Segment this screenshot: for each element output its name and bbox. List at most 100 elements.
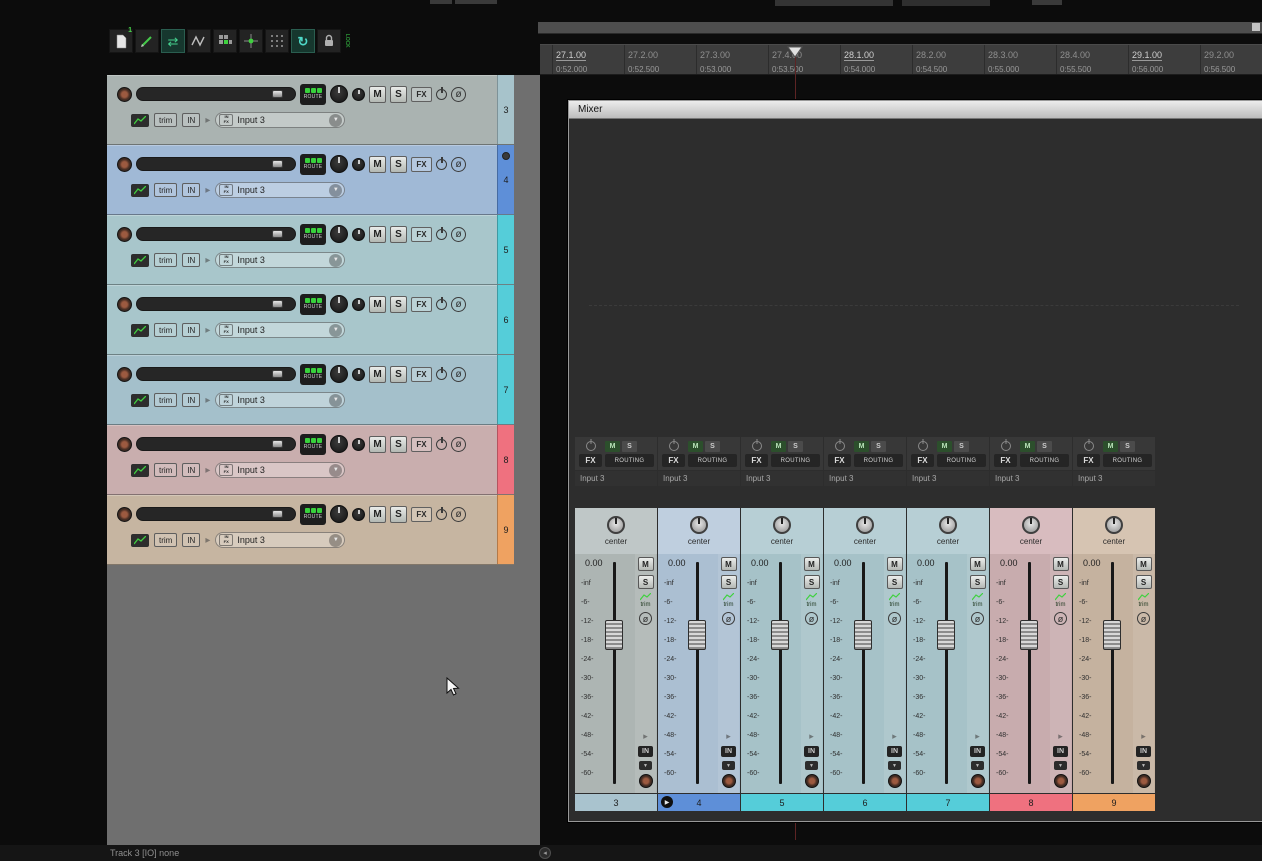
input-monitor-button[interactable]: IN (182, 533, 201, 547)
pan-knob[interactable] (690, 516, 708, 534)
phase-button[interactable]: ø (722, 612, 735, 625)
trim-button[interactable]: trim (972, 593, 983, 608)
fold-icon[interactable]: ▸ (205, 465, 210, 476)
fx-button[interactable]: FX (911, 454, 934, 467)
fx-button[interactable]: FX (411, 226, 432, 242)
pan-knob[interactable] (330, 85, 348, 103)
input-selector[interactable]: Input 3 (1073, 471, 1155, 486)
width-knob[interactable] (352, 297, 365, 311)
solo-button[interactable]: S (390, 365, 407, 383)
trim-button[interactable]: trim (154, 393, 178, 407)
trim-button[interactable]: trim (154, 253, 178, 267)
record-arm-button[interactable] (638, 774, 653, 788)
playhead-marker[interactable] (787, 45, 803, 58)
volume-fader[interactable] (605, 620, 623, 650)
fx-enable-icon[interactable] (834, 441, 845, 451)
solo-button[interactable]: S (390, 295, 407, 313)
track-volume-fader[interactable] (136, 297, 296, 311)
channel-number-bar[interactable]: ▶ 8 (990, 794, 1072, 811)
input-fx-icon[interactable]: IN FX (219, 534, 234, 546)
fader-track[interactable] (1028, 562, 1031, 784)
solo-button[interactable]: S (390, 225, 407, 243)
chevron-down-icon[interactable]: ▼ (329, 113, 343, 127)
fx-button[interactable]: FX (579, 454, 602, 467)
input-fx-icon[interactable]: IN FX (219, 114, 234, 126)
track-number-tab[interactable]: 5 (497, 215, 514, 284)
mute-button[interactable]: M (803, 557, 820, 571)
input-monitor-button[interactable]: IN (182, 463, 201, 477)
fx-button[interactable]: FX (411, 86, 432, 102)
solo-button[interactable]: S (720, 575, 737, 589)
record-arm-button[interactable] (117, 156, 132, 172)
chevron-down-icon[interactable]: ▼ (971, 761, 984, 770)
fx-enable-icon[interactable] (668, 441, 679, 451)
width-knob[interactable] (352, 507, 365, 521)
routing-button[interactable]: ROUTING (771, 454, 820, 467)
record-arm-button[interactable] (117, 506, 132, 522)
fold-icon[interactable]: ▸ (1058, 731, 1063, 742)
chevron-down-icon[interactable]: ▼ (639, 761, 652, 770)
input-selector[interactable]: IN FX Input 3 ▼ (215, 322, 346, 338)
fold-icon[interactable]: ▸ (892, 731, 897, 742)
input-fx-icon[interactable]: IN FX (219, 324, 234, 336)
fx-enable-icon[interactable] (1000, 441, 1011, 451)
route-button[interactable]: ROUTE (300, 153, 326, 175)
fader-track[interactable] (1111, 562, 1114, 784)
input-selector[interactable]: Input 3 (575, 471, 657, 486)
width-knob[interactable] (352, 227, 365, 241)
fader-handle[interactable] (272, 370, 283, 378)
loop-toggle-button[interactable]: ↻ (291, 29, 315, 53)
scroll-notch[interactable] (1252, 23, 1260, 31)
track-number-tab[interactable]: 8 (497, 425, 514, 494)
fader-track[interactable] (696, 562, 699, 784)
channel-number-bar[interactable]: ▶ 7 (907, 794, 989, 811)
fx-button[interactable]: FX (745, 454, 768, 467)
phase-button[interactable]: ø (805, 612, 818, 625)
fx-enable-icon[interactable] (436, 438, 447, 450)
input-selector[interactable]: Input 3 (658, 471, 740, 486)
route-button[interactable]: ROUTE (300, 363, 326, 385)
track-volume-fader[interactable] (136, 87, 296, 101)
timeline-ruler[interactable]: 27.1.00 0:52.000 27.2.00 0:52.500 27.3.0… (540, 44, 1262, 75)
fader-handle[interactable] (272, 440, 283, 448)
input-selector[interactable]: Input 3 (990, 471, 1072, 486)
width-knob[interactable] (352, 437, 365, 451)
channel-number-bar[interactable]: ▶ 5 (741, 794, 823, 811)
trim-button[interactable]: trim (723, 593, 734, 608)
input-monitor-button[interactable]: IN (638, 746, 653, 757)
mixer-window-title[interactable]: Mixer (569, 101, 1262, 119)
width-knob[interactable] (352, 367, 365, 381)
fx-enable-icon[interactable] (436, 158, 447, 170)
solo-button[interactable]: S (871, 440, 886, 452)
fader-handle[interactable] (272, 160, 283, 168)
input-monitor-button[interactable]: IN (182, 183, 201, 197)
input-monitor-button[interactable]: IN (970, 746, 985, 757)
routing-button[interactable]: ROUTING (688, 454, 737, 467)
envelope-icon[interactable] (131, 253, 149, 267)
envelope-icon[interactable] (131, 393, 149, 407)
chevron-down-icon[interactable]: ▼ (329, 183, 343, 197)
solo-button[interactable]: S (705, 440, 720, 452)
solo-button[interactable]: S (390, 155, 407, 173)
mute-button[interactable]: M (720, 557, 737, 571)
record-arm-button[interactable] (117, 226, 132, 242)
record-arm-button[interactable] (970, 774, 985, 788)
mute-button[interactable]: M (369, 435, 386, 453)
volume-fader[interactable] (1103, 620, 1121, 650)
input-monitor-button[interactable]: IN (1136, 746, 1151, 757)
mute-button[interactable]: M (369, 155, 386, 173)
route-button[interactable]: ROUTE (300, 503, 326, 525)
fx-enable-icon[interactable] (917, 441, 928, 451)
pan-knob[interactable] (330, 295, 348, 313)
input-selector[interactable]: IN FX Input 3 ▼ (215, 252, 346, 268)
input-selector[interactable]: IN FX Input 3 ▼ (215, 462, 346, 478)
input-monitor-button[interactable]: IN (887, 746, 902, 757)
chevron-down-icon[interactable]: ▼ (329, 533, 343, 547)
fader-track[interactable] (862, 562, 865, 784)
solo-button[interactable]: S (390, 85, 407, 103)
envelope-pencil-button[interactable] (135, 29, 159, 53)
fold-icon[interactable]: ▸ (205, 395, 210, 406)
route-button[interactable]: ROUTE (300, 433, 326, 455)
scroll-left-button[interactable]: ◂ (539, 847, 551, 859)
record-arm-button[interactable] (117, 296, 132, 312)
